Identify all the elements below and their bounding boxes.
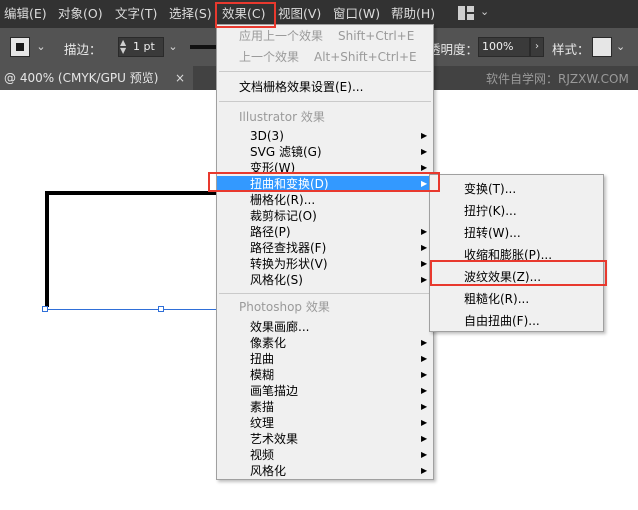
menu-item-photoshop-effect[interactable]: 模糊 ▶ <box>217 367 433 383</box>
menu-item-photoshop-effect[interactable]: 像素化 ▶ <box>217 335 433 351</box>
stroke-profile-preview[interactable] <box>190 45 216 49</box>
submenu-arrow-icon: ▶ <box>421 131 428 140</box>
illustrator-effects-header: Illustrator 效果 <box>239 110 325 124</box>
menu-edit[interactable]: 编辑(E) <box>4 5 47 23</box>
menu-item-photoshop-effect[interactable]: 纹理 ▶ <box>217 415 433 431</box>
menu-item-photoshop-effect[interactable]: 艺术效果 ▶ <box>217 431 433 447</box>
annotation-highlight-distort-item <box>208 172 440 192</box>
graphic-style-dropdown-icon[interactable]: ⌄ <box>616 37 625 57</box>
menu-item-distort-option[interactable]: 变换(T)... <box>430 179 603 199</box>
close-icon[interactable]: × <box>175 66 185 90</box>
menu-item-photoshop-effect[interactable]: 画笔描边 ▶ <box>217 383 433 399</box>
menu-item-photoshop-effect[interactable]: 风格化 ▶ <box>217 463 433 479</box>
stroke-color-dropdown-icon[interactable]: ⌄ <box>34 37 48 57</box>
watermark-text: 软件自学网：RJZXW.COM <box>486 72 629 86</box>
stroke-weight-dropdown-icon[interactable]: ⌄ <box>166 37 180 57</box>
annotation-highlight-effect-menu <box>215 2 276 28</box>
menu-item-illustrator-effect[interactable]: 风格化(S) ▶ <box>217 272 433 288</box>
menu-separator <box>219 71 431 72</box>
stroke-spinner-icon[interactable]: ▲ ▼ <box>120 39 126 55</box>
stroke-label: 描边： <box>64 42 102 57</box>
submenu-arrow-icon: ▶ <box>421 434 428 443</box>
submenu-arrow-icon: ▶ <box>421 227 428 236</box>
menu-item-photoshop-effect[interactable]: 视频 ▶ <box>217 447 433 463</box>
distort-transform-submenu: 变换(T)... 扭拧(K)... 扭转(W)... 收缩和膨胀(P)... 波纹效果(… <box>429 174 604 332</box>
submenu-arrow-icon: ▶ <box>421 386 428 395</box>
workspace-grid-icon[interactable] <box>458 6 474 20</box>
submenu-arrow-icon: ▶ <box>421 338 428 347</box>
selected-rectangle[interactable] <box>45 191 245 307</box>
menu-item-illustrator-effect[interactable]: SVG 滤镜(G) ▶ <box>217 144 433 160</box>
opacity-field[interactable]: 100% <box>478 37 530 57</box>
menu-item-apply-last: 应用上一个效果 Shift+Ctrl+E <box>239 29 415 43</box>
document-tab[interactable]: @ 400% (CMYK/GPU 预览) × <box>0 66 193 90</box>
menu-item-distort-option[interactable]: 自由扭曲(F)... <box>430 311 603 331</box>
menu-item-illustrator-effect[interactable]: 转换为形状(V) ▶ <box>217 256 433 272</box>
style-label: 样式： <box>552 42 590 57</box>
photoshop-effects-header: Photoshop 效果 <box>239 300 330 314</box>
menu-item-illustrator-effect[interactable]: 裁剪标记(O) <box>217 208 433 224</box>
menu-window[interactable]: 窗口(W) <box>333 5 380 23</box>
graphic-style-swatch[interactable] <box>592 37 612 57</box>
submenu-arrow-icon: ▶ <box>421 275 428 284</box>
document-tab-title: @ 400% (CMYK/GPU 预览) <box>4 71 159 85</box>
menu-item-photoshop-effect[interactable]: 素描 ▶ <box>217 399 433 415</box>
annotation-highlight-ripple-item <box>430 260 607 286</box>
menu-item-last-effect: 上一个效果 Alt+Shift+Ctrl+E <box>239 50 417 64</box>
menu-item-photoshop-effect[interactable]: 扭曲 ▶ <box>217 351 433 367</box>
selection-bounding-line <box>45 309 245 310</box>
submenu-arrow-icon: ▶ <box>421 450 428 459</box>
workspace-chevron-icon[interactable]: ⌄ <box>480 5 489 18</box>
selection-handle[interactable] <box>42 306 48 312</box>
submenu-arrow-icon: ▶ <box>421 259 428 268</box>
submenu-arrow-icon: ▶ <box>421 418 428 427</box>
menu-item-distort-option[interactable]: 扭拧(K)... <box>430 201 603 221</box>
menu-help[interactable]: 帮助(H) <box>391 5 435 23</box>
menu-item-distort-option[interactable]: 扭转(W)... <box>430 223 603 243</box>
menu-item-illustrator-effect[interactable]: 栅格化(R)... <box>217 192 433 208</box>
submenu-arrow-icon: ▶ <box>421 402 428 411</box>
selection-handle[interactable] <box>158 306 164 312</box>
submenu-arrow-icon: ▶ <box>421 147 428 156</box>
submenu-arrow-icon: ▶ <box>421 370 428 379</box>
menu-select[interactable]: 选择(S) <box>169 5 212 23</box>
menu-view[interactable]: 视图(V) <box>278 5 321 23</box>
submenu-arrow-icon: ▶ <box>421 243 428 252</box>
menu-type[interactable]: 文字(T) <box>115 5 157 23</box>
menu-item-distort-option[interactable]: 粗糙化(R)... <box>430 289 603 309</box>
menu-item-illustrator-effect[interactable]: 3D(3) ▶ <box>217 128 433 144</box>
opacity-expand-button[interactable]: › <box>530 37 544 57</box>
menu-item-illustrator-effect[interactable]: 路径(P) ▶ <box>217 224 433 240</box>
menu-object[interactable]: 对象(O) <box>58 5 103 23</box>
menu-item-illustrator-effect[interactable]: 路径查找器(F) ▶ <box>217 240 433 256</box>
opacity-label: 透明度： <box>428 42 479 57</box>
menu-separator <box>219 101 431 102</box>
submenu-arrow-icon: ▶ <box>421 466 428 475</box>
menu-item-photoshop-effect[interactable]: 效果画廊... <box>217 319 433 335</box>
menu-item-raster-settings[interactable]: 文档栅格效果设置(E)... <box>217 79 433 95</box>
stroke-color-swatch[interactable] <box>10 37 30 57</box>
menu-separator <box>219 293 431 294</box>
submenu-arrow-icon: ▶ <box>421 354 428 363</box>
effect-menu: 应用上一个效果 Shift+Ctrl+E 上一个效果 Alt+Shift+Ctr… <box>216 24 434 480</box>
